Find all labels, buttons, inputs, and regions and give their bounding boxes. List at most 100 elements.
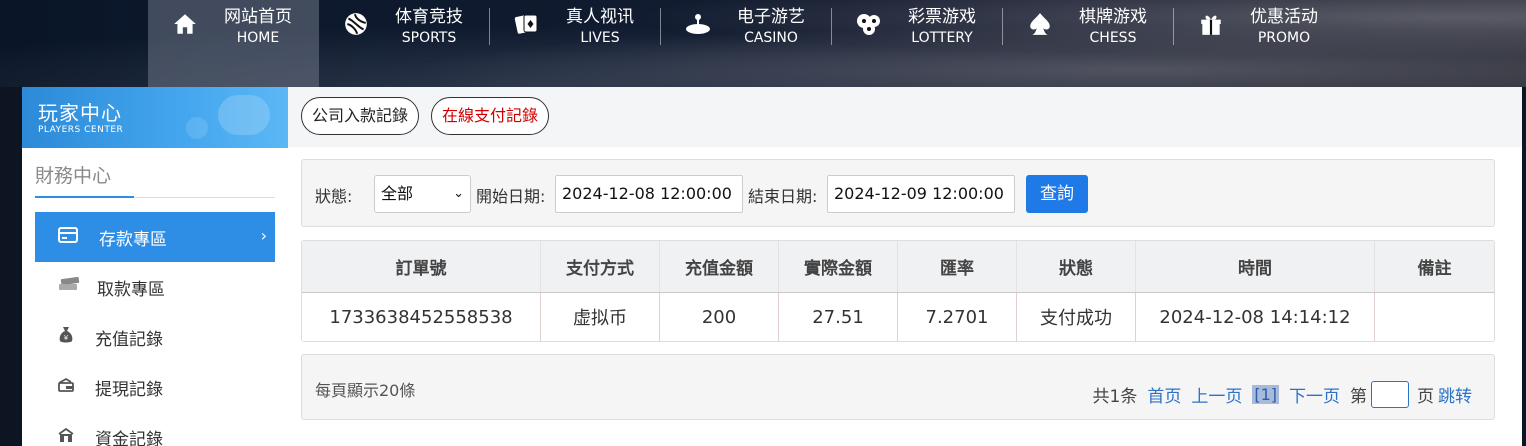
nav-label-en: SPORTS [401, 30, 457, 46]
next-page-link[interactable]: 下一页 [1289, 382, 1340, 407]
nav-label-en: PROMO [1257, 30, 1311, 46]
section-title: 財務中心 [35, 165, 112, 187]
tab-company-deposit-records[interactable]: 公司入款記錄 [301, 97, 420, 135]
banner-subtitle: PLAYERS CENTER [38, 125, 124, 135]
sidebar-item-withdraw[interactable]: 取款專區 [35, 262, 275, 312]
column-header: 支付方式 [541, 241, 660, 292]
sidebar-item-label: 存款專區 [99, 229, 167, 250]
column-header: 狀態 [1017, 241, 1136, 292]
cell-order-no: 1733638452558538 [302, 293, 541, 341]
spade-icon [1025, 11, 1055, 41]
pager: 共1条 首页 上一页 [1] 下一页 第 页 跳转 [1092, 381, 1472, 408]
nav-label-en: CHESS [1089, 30, 1137, 46]
cell-recharge-amount: 200 [660, 293, 779, 341]
column-header: 時間 [1136, 241, 1375, 292]
nav-item-promo[interactable]: 优惠活动 PROMO [1174, 0, 1345, 87]
column-header: 實際金額 [779, 241, 898, 292]
cell-status: 支付成功 [1017, 293, 1136, 341]
nav-label-cn: 体育竞技 [395, 7, 463, 27]
nav-label-cn: 真人视讯 [566, 7, 634, 27]
nav-item-sports[interactable]: 体育竞技 SPORTS [319, 0, 490, 87]
prev-page-link[interactable]: 上一页 [1191, 382, 1242, 407]
records-table: 訂單號 支付方式 充值金額 實際金額 匯率 狀態 時間 備註 173363845… [301, 240, 1495, 342]
lottery-balls-icon [854, 11, 884, 41]
gamepad-icon [218, 95, 270, 135]
joystick-icon [683, 11, 713, 41]
top-navigation-bar: 网站首页 HOME 体育竞技 SPORTS 真人视讯 LIVES 电子游艺 CA… [0, 0, 1526, 87]
page-suffix: 页 [1417, 387, 1434, 407]
column-header: 匯率 [898, 241, 1017, 292]
cell-time: 2024-12-08 14:14:12 [1136, 293, 1375, 341]
home-icon [170, 11, 200, 41]
nav-item-lives[interactable]: 真人视讯 LIVES [490, 0, 661, 87]
cell-exchange-rate: 7.2701 [898, 293, 1017, 341]
table-header-row: 訂單號 支付方式 充值金額 實際金額 匯率 狀態 時間 備註 [302, 241, 1494, 293]
jump-link[interactable]: 跳转 [1438, 382, 1472, 407]
end-date-input[interactable]: 2024-12-09 12:00:00 [827, 175, 1015, 213]
sidebar-menu: 存款專區 › 取款專區 ¥ 充值記錄 提現記錄 資金記錄 [35, 212, 275, 446]
chevron-right-icon: › [260, 226, 267, 245]
pagination-bar: 每頁顯示20條 共1条 首页 上一页 [1] 下一页 第 页 跳转 [301, 354, 1495, 420]
sidebar-item-recharge-records[interactable]: ¥ 充值記錄 [35, 312, 275, 362]
start-date-input[interactable]: 2024-12-08 12:00:00 [555, 175, 743, 213]
table-row: 1733638452558538 虚拟币 200 27.51 7.2701 支付… [302, 293, 1494, 341]
ball-icon [341, 11, 371, 41]
cell-remark [1375, 293, 1494, 341]
main-panel: 公司入款記錄 在線支付記錄 狀態: 全部 ⌄ 開始日期: 2024-12-08 … [288, 87, 1522, 446]
nav-label-en: LOTTERY [911, 30, 973, 46]
nav-item-casino[interactable]: 电子游艺 CASINO [661, 0, 832, 87]
sidebar-item-deposit[interactable]: 存款專區 › [35, 212, 275, 262]
sidebar-item-label: 充值記錄 [95, 329, 163, 350]
nav-label-cn: 电子游艺 [737, 7, 805, 27]
nav-label-cn: 彩票游戏 [908, 7, 976, 27]
sidebar-item-label: 取款專區 [97, 279, 165, 300]
nav-label-cn: 棋牌游戏 [1079, 7, 1147, 27]
status-select-value: 全部 [381, 184, 414, 203]
column-header: 訂單號 [302, 241, 541, 292]
nav-label-cn: 网站首页 [224, 7, 292, 27]
divider [35, 196, 275, 198]
filter-bar: 狀態: 全部 ⌄ 開始日期: 2024-12-08 12:00:00 結束日期:… [301, 159, 1495, 227]
nav-item-home[interactable]: 网站首页 HOME [148, 0, 319, 87]
first-page-link[interactable]: 首页 [1147, 382, 1181, 407]
cell-actual-amount: 27.51 [779, 293, 898, 341]
column-header: 充值金額 [660, 241, 779, 292]
nav-label-en: LIVES [580, 30, 620, 46]
current-page: [1] [1252, 385, 1279, 404]
sidebar-item-label: 資金記錄 [95, 429, 163, 446]
page-jump-input[interactable] [1371, 381, 1409, 408]
cash-icon [57, 276, 80, 297]
status-select[interactable]: 全部 ⌄ [374, 175, 471, 213]
page-size-text: 每頁顯示20條 [315, 381, 416, 400]
money-bag-icon: ¥ [55, 326, 77, 348]
withdraw-icon [55, 377, 77, 397]
chevron-down-icon: ⌄ [453, 186, 464, 201]
cell-payment-method: 虚拟币 [541, 293, 660, 341]
sidebar: 玩家中心 PLAYERS CENTER 財務中心 存款專區 › 取款專區 ¥ 充… [22, 87, 288, 446]
nav-label-en: HOME [236, 30, 280, 46]
total-count: 共1条 [1092, 387, 1138, 407]
tab-online-payment-records[interactable]: 在線支付記錄 [431, 97, 550, 135]
nav-item-lottery[interactable]: 彩票游戏 LOTTERY [832, 0, 1003, 87]
sidebar-item-fund-records[interactable]: 資金記錄 [35, 412, 275, 446]
column-header: 備註 [1417, 259, 1452, 279]
wallet-icon [57, 226, 79, 248]
nav-label-cn: 优惠活动 [1250, 7, 1318, 27]
main-nav: 网站首页 HOME 体育竞技 SPORTS 真人视讯 LIVES 电子游艺 CA… [148, 0, 1345, 87]
content-area: 狀態: 全部 ⌄ 開始日期: 2024-12-08 12:00:00 結束日期:… [288, 147, 1522, 446]
gift-icon [1196, 11, 1226, 41]
players-center-banner: 玩家中心 PLAYERS CENTER [22, 87, 288, 148]
nav-item-chess[interactable]: 棋牌游戏 CHESS [1003, 0, 1174, 87]
page-prefix: 第 [1350, 387, 1367, 407]
search-button[interactable]: 查詢 [1026, 175, 1088, 213]
records-icon [55, 427, 77, 446]
end-date-label: 結束日期: [748, 187, 818, 206]
start-date-label: 開始日期: [476, 187, 546, 206]
svg-text:¥: ¥ [64, 334, 69, 342]
banner-title: 玩家中心 [38, 101, 122, 125]
record-tabs: 公司入款記錄 在線支付記錄 [301, 97, 550, 135]
status-label: 狀態: [315, 187, 353, 206]
sidebar-item-withdraw-records[interactable]: 提現記錄 [35, 362, 275, 412]
sidebar-item-label: 提現記錄 [95, 379, 163, 400]
cards-icon [512, 11, 542, 41]
